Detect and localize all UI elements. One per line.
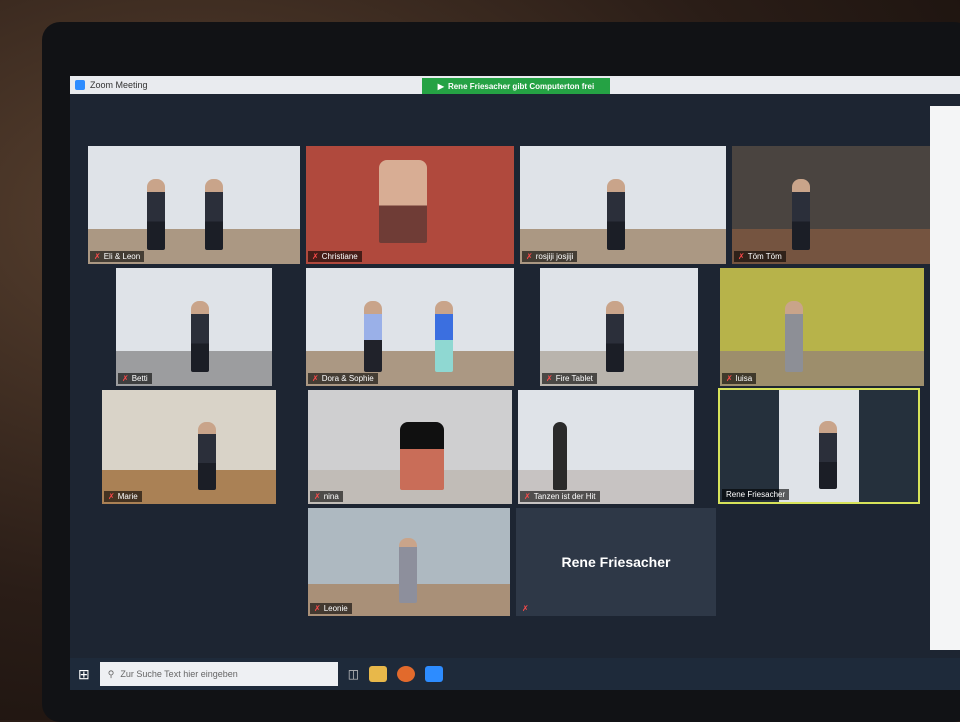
participant-tile[interactable]: ✗ Tanzen ist der Hit xyxy=(518,390,694,504)
mic-muted-icon: ✗ xyxy=(312,252,319,261)
zoom-taskbar-icon[interactable] xyxy=(425,666,444,682)
mic-muted-icon: ✗ xyxy=(312,374,319,383)
participant-tile[interactable]: ✗ Eli & Leon xyxy=(88,146,300,264)
participant-tile[interactable]: ✗ Christiane xyxy=(306,146,514,264)
search-placeholder: Zur Suche Text hier eingeben xyxy=(120,669,238,679)
participant-name-tag: ✗ nina xyxy=(310,491,343,502)
mic-muted-icon: ✗ xyxy=(108,492,115,501)
audio-share-banner[interactable]: ▶ Rene Friesacher gibt Computerton frei xyxy=(422,78,610,94)
participant-name-tag: ✗ Betti xyxy=(118,373,152,384)
mic-muted-icon: ✗ xyxy=(94,252,101,261)
participant-name-tag: ✗ Leonie xyxy=(310,603,352,614)
mic-muted-icon: ✗ xyxy=(122,374,129,383)
side-panel xyxy=(930,106,960,650)
participant-name-tag: ✗ Dora & Sophie xyxy=(308,373,378,384)
participant-display-name: Rene Friesacher xyxy=(561,554,671,570)
participant-name-tag: ✗ Marie xyxy=(104,491,142,502)
name-only-tile[interactable]: Rene Friesacher ✗ xyxy=(516,508,716,616)
active-speaker-tile[interactable]: Rene Friesacher xyxy=(718,388,920,504)
mic-muted-icon: ✗ xyxy=(314,604,321,613)
zoom-logo-icon xyxy=(75,80,85,90)
participant-name-tag: ✗ Fire Tablet xyxy=(542,373,597,384)
mic-muted-icon: ✗ xyxy=(524,492,531,501)
participant-name-tag: ✗ Christiane xyxy=(308,251,362,262)
participant-name-tag: ✗ Eli & Leon xyxy=(90,251,145,262)
windows-start-icon[interactable]: ⊞ xyxy=(78,666,90,683)
participant-name-tag: ✗ luisa xyxy=(722,373,757,384)
screen: Zoom Meeting ▶ Rene Friesacher gibt Comp… xyxy=(70,76,960,690)
participant-tile[interactable]: ✗ Marie xyxy=(102,390,276,504)
participant-tile[interactable]: ✗ Töm Töm xyxy=(732,146,932,264)
search-icon: ⚲ xyxy=(107,668,115,679)
participant-tile[interactable]: ✗ luisa xyxy=(720,268,924,386)
participant-tile[interactable]: ✗ nina xyxy=(308,390,512,504)
taskbar-search-box[interactable]: ⚲ Zur Suche Text hier eingeben xyxy=(99,662,338,686)
speaker-icon: ▶ xyxy=(437,81,444,91)
mic-muted-icon: ✗ xyxy=(526,252,533,261)
mic-muted-icon: ✗ xyxy=(738,252,745,261)
participant-tile[interactable]: ✗ Dora & Sophie xyxy=(306,268,514,386)
participant-name-tag: ✗ rosjiji josjiji xyxy=(522,251,578,262)
file-explorer-icon[interactable] xyxy=(369,666,388,682)
participant-tile[interactable]: ✗ Leonie xyxy=(308,508,510,616)
task-view-icon[interactable]: ◫ xyxy=(348,667,359,681)
mic-muted-icon: ✗ xyxy=(726,374,733,383)
participant-name-tag: ✗ xyxy=(518,603,533,614)
participant-name-tag: ✗ Tanzen ist der Hit xyxy=(520,491,600,502)
participant-name-tag: ✗ Töm Töm xyxy=(734,251,786,262)
windows-taskbar: ⊞ ⚲ Zur Suche Text hier eingeben ◫ xyxy=(70,658,960,690)
participant-tile[interactable]: ✗ rosjiji josjiji xyxy=(520,146,726,264)
window-title: Zoom Meeting xyxy=(90,80,148,90)
share-banner-text: Rene Friesacher gibt Computerton frei xyxy=(447,81,595,91)
mic-muted-icon: ✗ xyxy=(522,604,529,613)
mic-muted-icon: ✗ xyxy=(314,492,321,501)
firefox-icon[interactable] xyxy=(397,666,416,682)
participant-name-tag: Rene Friesacher xyxy=(722,489,790,500)
participant-tile[interactable]: ✗ Betti xyxy=(116,268,272,386)
participant-tile[interactable]: ✗ Fire Tablet xyxy=(540,268,698,386)
mic-muted-icon: ✗ xyxy=(546,374,553,383)
